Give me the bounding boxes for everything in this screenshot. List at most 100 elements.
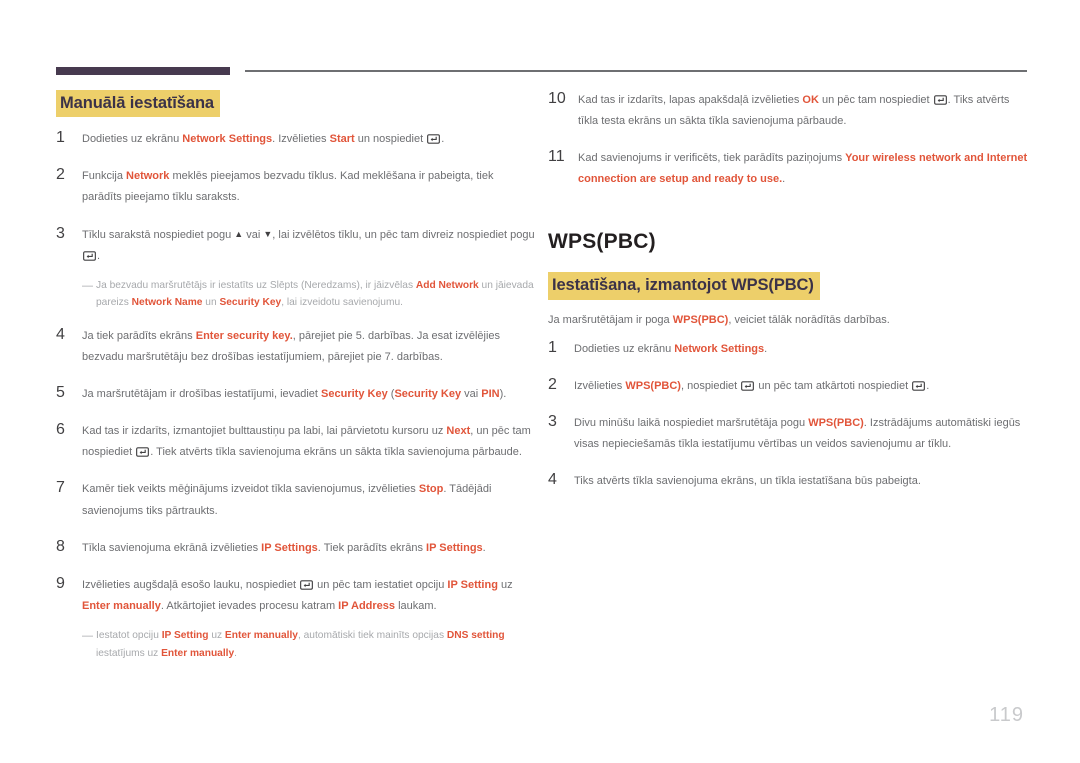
note-dash-icon: — [82,630,93,642]
triangle-up-icon: ▲ [234,228,244,239]
step-item: 8 Tīkla savienojuma ekrānā izvēlieties IP… [56,538,536,559]
manual-setup-step-list: 1 Dodieties uz ekrānu Network Settings. I… [56,129,536,662]
enter-key-icon [427,131,441,145]
step-number: 2 [56,166,65,184]
step-text: Dodieties uz ekrānu Network Settings. [574,342,768,355]
triangle-down-icon: ▼ [263,228,273,239]
enter-key-icon [912,378,926,391]
ui-term-emphasis: WPS(PBC) [625,379,681,392]
ui-term-emphasis: Next [446,425,471,438]
ui-term-emphasis: Start [329,133,355,146]
step-item: 3 Tīklu sarakstā nospiediet pogu ▲ vai ▼,… [56,225,536,267]
wps-pbc-intro-text: Ja maršrutētājam ir poga WPS(PBC), veici… [548,313,890,326]
step-text: Izvēlieties augšdaļā esošo lauku, nospie… [82,577,513,612]
ui-term-emphasis: OK [802,94,819,106]
step-number: 6 [56,421,65,439]
step-text: Ja maršrutētājam ir drošības iestatījumi… [82,388,507,401]
step-item: 5 Ja maršrutētājam ir drošības iestatījum… [56,384,536,405]
ui-term-emphasis: Security Key [219,297,282,309]
step-number: 10 [548,90,566,107]
note-block: — Iestatot opciju IP Setting uz Enter man… [82,627,536,662]
step-text: Kad savienojums ir verificēts, tiek parā… [578,152,1028,186]
step-text: Dodieties uz ekrānu Network Settings. Iz… [82,131,445,146]
ui-term-emphasis: Enter manually [224,630,298,641]
ui-term-emphasis: Enter security key. [195,329,293,342]
ui-term-emphasis: Security Key [321,388,388,401]
step-number: 9 [56,574,65,592]
step-item: 6 Kad tas ir izdarīts, izmantojiet bultta… [56,421,536,463]
ui-term-emphasis: DNS setting [446,630,505,641]
right-column: 10 Kad tas ir izdarīts, lapas apakšdaļā i… [548,90,1028,508]
step-item: 9 Izvēlieties augšdaļā esošo lauku, nospi… [56,575,536,617]
ui-term-emphasis: IP Address [338,599,396,612]
step-number: 7 [56,479,65,497]
ui-term-emphasis: PIN [481,388,500,401]
ui-term-emphasis: Network Settings [182,133,273,146]
step-number: 3 [548,412,557,430]
step-number: 1 [56,129,65,147]
step-text: Kamēr tiek veikts mēģinājums izveidot tī… [82,483,492,517]
step-text: Ja tiek parādīts ekrāns Enter security k… [82,329,501,364]
note-dash-icon: — [82,279,93,292]
header-divider-line [245,70,1027,72]
step-text: Izvēlieties WPS(PBC), nospiediet un pēc … [574,378,930,392]
section-heading-wps-pbc-setup: Iestatīšana, izmantojot WPS(PBC) [548,272,820,300]
step-number: 4 [548,471,557,489]
step-item: 10 Kad tas ir izdarīts, lapas apakšdaļā i… [548,90,1028,132]
note-text: Ja bezvadu maršrutētājs ir iestatīts uz … [96,279,534,309]
ui-term-emphasis: Network Settings [674,342,765,355]
note-text: Iestatot opciju IP Setting uz Enter manu… [96,630,505,659]
ui-term-emphasis: Enter manually [161,647,235,659]
step-text: Tiks atvērts tīkla savienojuma ekrāns, u… [574,475,921,488]
ui-term-emphasis: Add Network [415,279,479,291]
step-text: Tīkla savienojuma ekrānā izvēlieties IP … [82,541,486,554]
section-heading-manual-setup: Manuālā iestatīšana [56,90,220,118]
page-header-rules [0,0,1080,75]
ui-term-emphasis: Stop [418,483,444,496]
step-text: Funkcija Network meklēs pieejamos bezvad… [82,170,494,204]
step-item: 4 Tiks atvērts tīkla savienojuma ekrāns, … [548,471,1028,492]
wps-pbc-step-list: 1 Dodieties uz ekrānu Network Settings. 2 I… [548,339,1028,493]
ui-term-emphasis: IP Settings [426,541,483,554]
enter-key-icon [136,444,150,458]
step-item: 3 Divu minūšu laikā nospiediet maršrutētā… [548,413,1028,455]
enter-key-icon [933,92,947,105]
step-item: 7 Kamēr tiek veikts mēģinājums izveidot t… [56,479,536,521]
step-text: Tīklu sarakstā nospiediet pogu ▲ vai ▼, … [82,228,535,262]
ui-term-emphasis: IP Settings [261,541,318,554]
ui-term-emphasis: WPS(PBC) [808,416,864,429]
step-number: 11 [548,148,565,166]
ui-term-emphasis: IP Setting [447,578,498,591]
header-accent-bar [56,67,230,75]
note-block: — Ja bezvadu maršrutētājs ir iestatīts uz… [82,277,536,312]
step-item: 2 Funkcija Network meklēs pieejamos bezva… [56,166,536,208]
step-item: 1 Dodieties uz ekrānu Network Settings. I… [56,129,536,150]
ui-term-emphasis: IP Setting [161,630,209,641]
left-column: Manuālā iestatīšana 1 Dodieties uz ekrānu… [56,90,536,676]
step-item: 4 Ja tiek parādīts ekrāns Enter security … [56,326,536,368]
step-number: 8 [56,537,65,555]
ui-term-emphasis: Security Key [394,388,462,401]
step-number: 2 [548,375,557,393]
ui-term-emphasis: Enter manually [82,599,161,612]
step-number: 4 [56,325,65,343]
enter-key-icon [741,378,755,391]
manual-setup-continued-step-list: 10 Kad tas ir izdarīts, lapas apakšdaļā i… [548,90,1028,190]
step-text: Kad tas ir izdarīts, lapas apakšdaļā izv… [578,92,1010,128]
step-item: 1 Dodieties uz ekrānu Network Settings. [548,339,1028,360]
ui-term-emphasis: Network Name [131,297,203,309]
page-title-wps-pbc: WPS(PBC) [548,230,656,254]
step-text: Divu minūšu laikā nospiediet maršrutētāj… [574,416,1021,451]
step-item: 2 Izvēlieties WPS(PBC), nospiediet un pēc… [548,376,1028,397]
step-number: 3 [56,224,65,242]
enter-key-icon [300,577,314,590]
step-number: 5 [56,384,65,402]
step-text: Kad tas ir izdarīts, izmantojiet bulttau… [82,425,531,459]
ui-term-emphasis: WPS(PBC) [672,313,729,326]
enter-key-icon [83,248,96,261]
ui-term-emphasis: Your wireless network and Internet conne… [578,152,1028,186]
page-number: 119 [989,704,1024,726]
step-item: 11 Kad savienojums ir verificēts, tiek pa… [548,148,1028,190]
step-number: 1 [548,338,557,356]
